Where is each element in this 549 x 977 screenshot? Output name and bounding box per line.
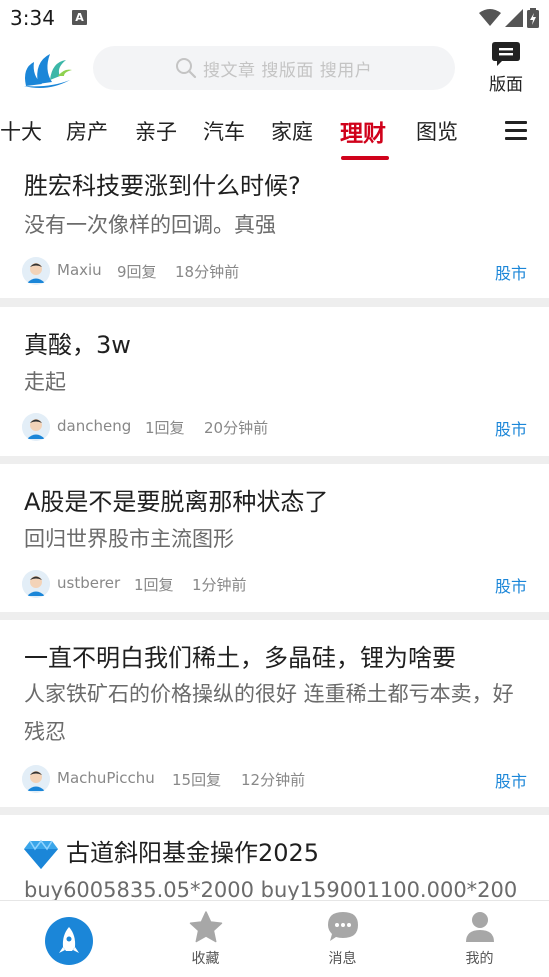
- tab-auto[interactable]: 汽车: [203, 116, 245, 146]
- post-item[interactable]: 一直不明白我们稀土，多晶硅，锂为啥要 人家铁矿石的价格操纵的很好 连重稀土都亏本…: [0, 620, 549, 807]
- post-body: 人家铁矿石的价格操纵的很好 连重稀土都亏本卖，好残忍: [24, 682, 514, 744]
- post-author[interactable]: Maxiu: [57, 261, 102, 279]
- post-item[interactable]: 真酸，3w 走起 dancheng 1回复 20分钟前 股市: [0, 307, 549, 456]
- post-body: 走起: [24, 370, 66, 394]
- tab-parenting[interactable]: 亲子: [135, 116, 177, 146]
- post-item[interactable]: 古道斜阳基金操作2025 buy6005835.05*2000 buy15900…: [0, 815, 549, 900]
- post-title[interactable]: 古道斜阳基金操作2025: [24, 833, 319, 869]
- post-replies: 1回复: [145, 419, 185, 437]
- app-header: 搜文章 搜版面 搜用户 版面: [0, 38, 549, 100]
- tab-gallery[interactable]: 图览: [416, 116, 458, 146]
- layout-icon: [492, 42, 520, 66]
- signal-icon: [505, 9, 523, 27]
- tab-top10[interactable]: 十大: [0, 116, 42, 146]
- post-time: 18分钟前: [175, 263, 240, 281]
- post-title[interactable]: 一直不明白我们稀土，多晶硅，锂为啥要: [24, 638, 456, 673]
- battery-icon: [527, 8, 539, 28]
- layout-label: 版面: [489, 75, 523, 95]
- post-author[interactable]: ustberer: [57, 574, 120, 592]
- post-time: 20分钟前: [204, 419, 269, 437]
- post-title[interactable]: A股是不是要脱离那种状态了: [24, 482, 328, 517]
- tab-realestate[interactable]: 房产: [66, 116, 108, 146]
- search-input[interactable]: 搜文章 搜版面 搜用户: [93, 46, 455, 90]
- post-feed: 胜宏科技要涨到什么时候? 没有一次像样的回调。真强 Maxiu 9回复 18分钟…: [0, 160, 549, 900]
- post-title[interactable]: 胜宏科技要涨到什么时候?: [24, 166, 301, 201]
- star-icon: [189, 911, 222, 943]
- user-icon: [465, 912, 494, 942]
- avatar[interactable]: [22, 570, 50, 598]
- wifi-icon: [479, 9, 501, 26]
- post-category[interactable]: 股市: [495, 768, 527, 792]
- post-body: 没有一次像样的回调。真强: [24, 213, 276, 237]
- post-time: 12分钟前: [241, 771, 306, 789]
- nav-mine[interactable]: 我的: [411, 901, 548, 977]
- layout-button[interactable]: 版面: [482, 40, 530, 96]
- tab-family[interactable]: 家庭: [271, 116, 313, 146]
- status-bar: 3:34 A: [0, 0, 549, 38]
- post-author[interactable]: MachuPicchu: [57, 769, 155, 787]
- post-meta: Maxiu 9回复 18分钟前 股市: [22, 257, 527, 285]
- bottom-nav: 收藏 消息 我的: [0, 900, 549, 977]
- nav-home[interactable]: [0, 901, 137, 977]
- post-meta: ustberer 1回复 1分钟前 股市: [22, 570, 527, 598]
- post-item[interactable]: A股是不是要脱离那种状态了 回归世界股市主流图形 ustberer 1回复 1分…: [0, 464, 549, 612]
- app-logo-icon[interactable]: [20, 46, 74, 90]
- post-title[interactable]: 真酸，3w: [24, 325, 131, 360]
- post-body: buy6005835.05*2000 buy159001100.000*200: [24, 878, 518, 900]
- post-time: 1分钟前: [192, 576, 247, 594]
- menu-icon[interactable]: [505, 120, 527, 142]
- avatar[interactable]: [22, 765, 50, 793]
- post-replies: 15回复: [172, 771, 222, 789]
- notification-icon: A: [72, 10, 87, 25]
- app-screen: 3:34 A 搜文章 搜版面 搜用户 版面 十大 房产 亲子 汽车 家庭 理财 …: [0, 0, 549, 977]
- status-icons: [479, 8, 539, 28]
- chat-bubble-icon: [327, 912, 358, 941]
- status-time: 3:34: [10, 6, 55, 30]
- post-category[interactable]: 股市: [495, 260, 527, 284]
- post-body: 回归世界股市主流图形: [24, 527, 234, 551]
- post-category[interactable]: 股市: [495, 416, 527, 440]
- nav-mine-label: 我的: [465, 951, 494, 967]
- post-meta: MachuPicchu 15回复 12分钟前 股市: [22, 765, 527, 793]
- post-title-text: 古道斜阳基金操作2025: [66, 839, 320, 867]
- search-icon: [176, 58, 197, 79]
- avatar[interactable]: [22, 413, 50, 441]
- avatar[interactable]: [22, 257, 50, 285]
- nav-messages-label: 消息: [328, 951, 357, 967]
- category-tabs: 十大 房产 亲子 汽车 家庭 理财 图览: [0, 106, 549, 160]
- diamond-icon: [24, 839, 58, 869]
- rocket-icon: [59, 927, 79, 953]
- post-category[interactable]: 股市: [495, 573, 527, 597]
- search-placeholder: 搜文章 搜版面 搜用户: [203, 61, 373, 81]
- post-author[interactable]: dancheng: [57, 417, 131, 435]
- post-replies: 9回复: [117, 263, 157, 281]
- nav-messages[interactable]: 消息: [274, 901, 411, 977]
- nav-favorites-label: 收藏: [191, 951, 220, 967]
- post-replies: 1回复: [134, 576, 174, 594]
- post-meta: dancheng 1回复 20分钟前 股市: [22, 413, 527, 441]
- post-item[interactable]: 胜宏科技要涨到什么时候? 没有一次像样的回调。真强 Maxiu 9回复 18分钟…: [0, 160, 549, 298]
- tab-finance[interactable]: 理财: [340, 114, 386, 148]
- nav-favorites[interactable]: 收藏: [137, 901, 274, 977]
- home-button[interactable]: [45, 917, 93, 965]
